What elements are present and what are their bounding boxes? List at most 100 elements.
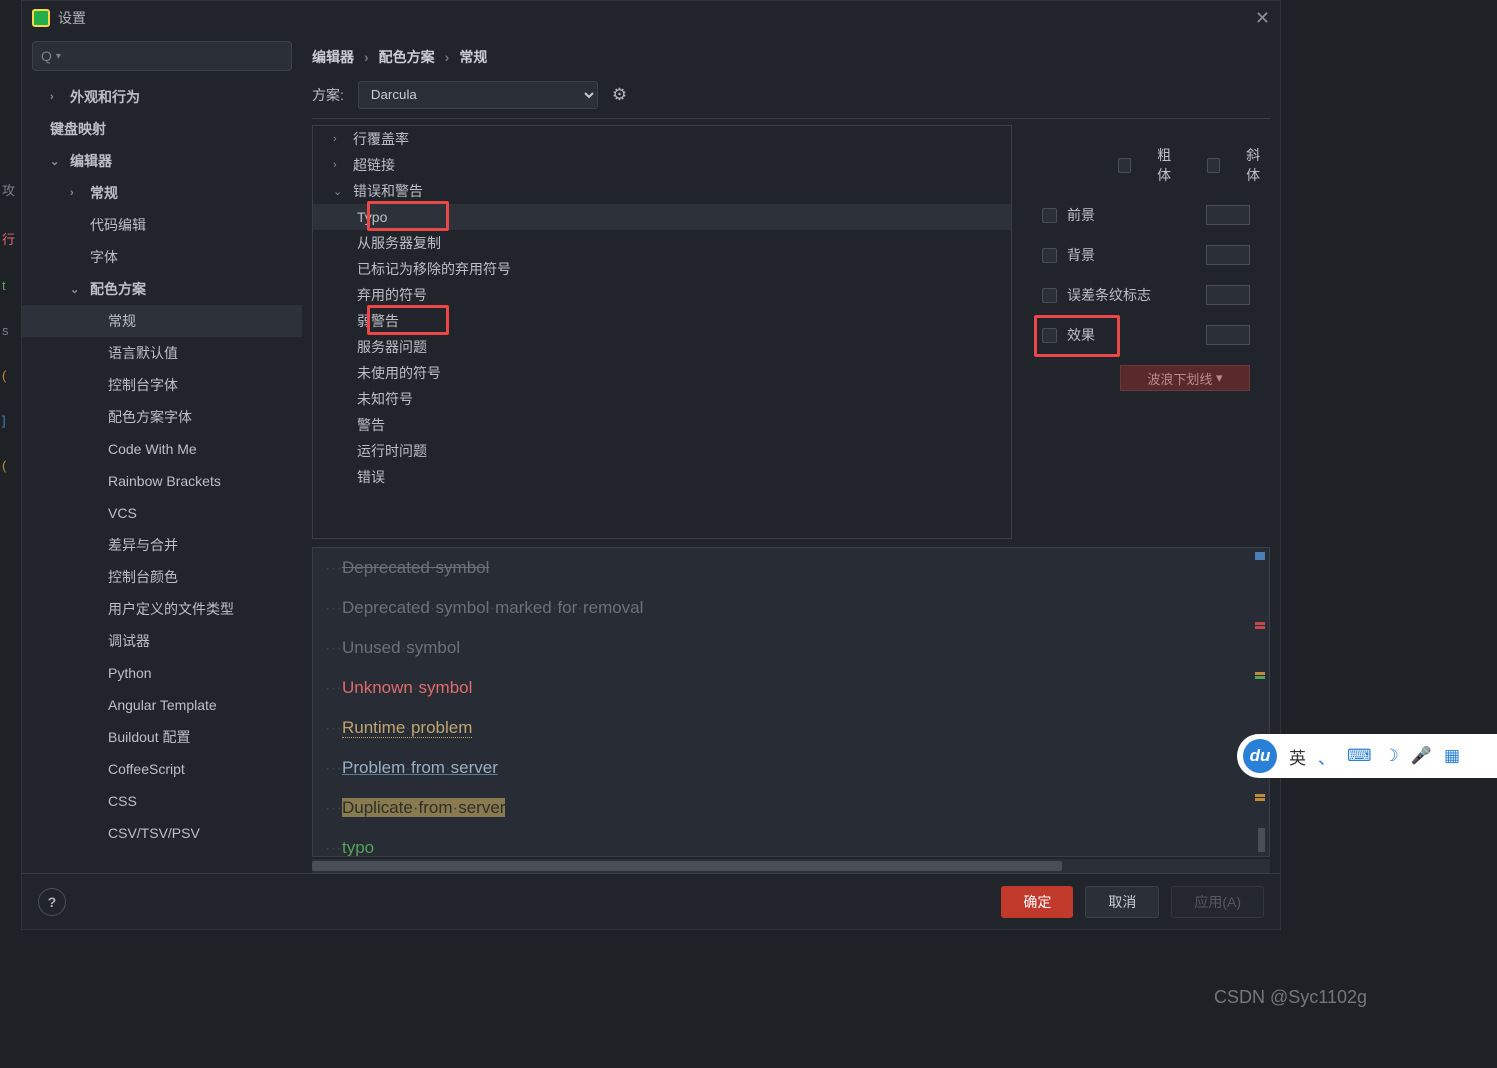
sidebar-item[interactable]: 控制台字体 <box>22 369 302 401</box>
sidebar-item[interactable]: 键盘映射 <box>22 113 302 145</box>
preview-line: ···Unused·symbol <box>325 628 1257 668</box>
sidebar-item[interactable]: ›常规 <box>22 177 302 209</box>
fg-checkbox[interactable] <box>1042 208 1057 223</box>
preview-line: ···typo <box>325 828 1257 857</box>
moon-icon[interactable]: ☽ <box>1384 746 1399 766</box>
sidebar-item[interactable]: 控制台颜色 <box>22 561 302 593</box>
ime-toolbar[interactable]: du 英 、 ⌨ ☽ 🎤 ▦ <box>1237 734 1497 778</box>
sidebar-item[interactable]: 用户定义的文件类型 <box>22 593 302 625</box>
grid-icon[interactable]: ▦ <box>1444 746 1460 766</box>
scheme-row: 方案: Darcula ⚙ <box>312 79 1270 119</box>
category-item[interactable]: ⌄错误和警告 <box>313 178 1011 204</box>
titlebar: 设置 ✕ <box>22 1 1280 35</box>
category-item[interactable]: 已标记为移除的弃用符号 <box>313 256 1011 282</box>
sidebar-item[interactable]: CoffeeScript <box>22 753 302 785</box>
preview-line: ···Problem·from·server <box>325 748 1257 788</box>
effect-swatch[interactable] <box>1206 325 1250 345</box>
help-button[interactable]: ? <box>38 888 66 916</box>
cancel-button[interactable]: 取消 <box>1085 886 1159 918</box>
bold-label: 粗体 <box>1157 145 1181 185</box>
category-item[interactable]: 警告 <box>313 412 1011 438</box>
category-item[interactable]: 运行时问题 <box>313 438 1011 464</box>
category-item[interactable]: ›超链接 <box>313 152 1011 178</box>
category-item[interactable]: 从服务器复制 <box>313 230 1011 256</box>
category-item[interactable]: 服务器问题 <box>313 334 1011 360</box>
category-list: ›行覆盖率›超链接⌄错误和警告Typo从服务器复制已标记为移除的弃用符号弃用的符… <box>312 125 1012 539</box>
fg-swatch[interactable] <box>1206 205 1250 225</box>
sidebar-item[interactable]: CSS <box>22 785 302 817</box>
fg-label: 前景 <box>1067 205 1095 225</box>
stripe-swatch[interactable] <box>1206 285 1250 305</box>
preview-line: ···Duplicate·from·server <box>325 788 1257 828</box>
category-item[interactable]: Typo <box>313 204 1011 230</box>
watermark: CSDN @Syc1102g <box>1214 987 1367 1008</box>
search-icon: Q <box>41 48 52 64</box>
mic-icon[interactable]: 🎤 <box>1411 746 1432 766</box>
ime-lang[interactable]: 英 <box>1289 744 1306 769</box>
sidebar-item[interactable]: 差异与合并 <box>22 529 302 561</box>
preview-line: ···Unknown·symbol <box>325 668 1257 708</box>
category-item[interactable]: 未知符号 <box>313 386 1011 412</box>
bg-swatch[interactable] <box>1206 245 1250 265</box>
search-input[interactable]: Q▾ <box>32 41 292 71</box>
keyboard-icon[interactable]: ⌨ <box>1347 746 1372 766</box>
italic-checkbox[interactable] <box>1207 158 1220 173</box>
sidebar-item[interactable]: 调试器 <box>22 625 302 657</box>
dialog-footer: ? 确定 取消 应用(A) <box>22 873 1280 929</box>
preview-gutter <box>1251 548 1265 856</box>
settings-sidebar: Q▾ ›外观和行为键盘映射⌄编辑器›常规代码编辑字体⌄配色方案常规语言默认值控制… <box>22 35 302 873</box>
window-title: 设置 <box>58 8 86 28</box>
baidu-ime-icon[interactable]: du <box>1243 739 1277 773</box>
main-panel: 编辑器› 配色方案› 常规 方案: Darcula ⚙ ›行覆盖率›超链接⌄错误… <box>302 35 1280 873</box>
sidebar-item[interactable]: ⌄编辑器 <box>22 145 302 177</box>
ime-punct-icon[interactable]: 、 <box>1318 744 1335 769</box>
breadcrumb: 编辑器› 配色方案› 常规 <box>312 35 1280 79</box>
category-item[interactable]: 弱警告 <box>313 308 1011 334</box>
app-logo-icon <box>32 9 50 27</box>
preview-pane: ···Deprecated·symbol···Deprecated·symbol… <box>312 547 1270 857</box>
stripe-checkbox[interactable] <box>1042 288 1057 303</box>
sidebar-item[interactable]: 代码编辑 <box>22 209 302 241</box>
sidebar-item[interactable]: 语言默认值 <box>22 337 302 369</box>
settings-tree: ›外观和行为键盘映射⌄编辑器›常规代码编辑字体⌄配色方案常规语言默认值控制台字体… <box>22 81 302 873</box>
editor-gutter-icons: 攻行ts(]( <box>2 180 16 473</box>
bold-checkbox[interactable] <box>1118 158 1131 173</box>
crumb-2: 常规 <box>459 47 487 67</box>
scrollbar-thumb[interactable] <box>312 861 1062 871</box>
horizontal-scrollbar[interactable] <box>312 859 1270 873</box>
effect-label: 效果 <box>1067 325 1095 345</box>
sidebar-item[interactable]: VCS <box>22 497 302 529</box>
italic-label: 斜体 <box>1246 145 1270 185</box>
sidebar-item[interactable]: Code With Me <box>22 433 302 465</box>
sidebar-item[interactable]: ⌄配色方案 <box>22 273 302 305</box>
category-item[interactable]: 未使用的符号 <box>313 360 1011 386</box>
category-item[interactable]: ›行覆盖率 <box>313 126 1011 152</box>
close-icon[interactable]: ✕ <box>1255 8 1270 29</box>
category-item[interactable]: 弃用的符号 <box>313 282 1011 308</box>
effect-type-select[interactable]: 波浪下划线 ▾ <box>1120 365 1250 391</box>
sidebar-item[interactable]: Angular Template <box>22 689 302 721</box>
sidebar-item[interactable]: CSV/TSV/PSV <box>22 817 302 849</box>
bg-label: 背景 <box>1067 245 1095 265</box>
gear-icon[interactable]: ⚙ <box>612 85 627 105</box>
sidebar-item[interactable]: 字体 <box>22 241 302 273</box>
crumb-0[interactable]: 编辑器 <box>312 47 354 67</box>
bg-checkbox[interactable] <box>1042 248 1057 263</box>
apply-button[interactable]: 应用(A) <box>1171 886 1264 918</box>
sidebar-item[interactable]: Python <box>22 657 302 689</box>
properties-panel: 粗体 斜体 前景 背景 误差条纹标志 效果 波浪下划线 ▾ <box>1022 125 1280 539</box>
sidebar-item[interactable]: ›外观和行为 <box>22 81 302 113</box>
scheme-select[interactable]: Darcula <box>358 81 598 109</box>
sidebar-item[interactable]: Buildout 配置 <box>22 721 302 753</box>
ok-button[interactable]: 确定 <box>1001 886 1073 918</box>
sidebar-item[interactable]: 常规 <box>22 305 302 337</box>
crumb-1[interactable]: 配色方案 <box>379 47 435 67</box>
preview-line: ···Runtime·problem <box>325 708 1257 748</box>
sidebar-item[interactable]: 配色方案字体 <box>22 401 302 433</box>
stripe-label: 误差条纹标志 <box>1067 285 1151 305</box>
sidebar-item[interactable]: Rainbow Brackets <box>22 465 302 497</box>
settings-dialog: 设置 ✕ Q▾ ›外观和行为键盘映射⌄编辑器›常规代码编辑字体⌄配色方案常规语言… <box>21 0 1281 930</box>
scheme-label: 方案: <box>312 85 344 105</box>
category-item[interactable]: 错误 <box>313 464 1011 490</box>
effect-checkbox[interactable] <box>1042 328 1057 343</box>
